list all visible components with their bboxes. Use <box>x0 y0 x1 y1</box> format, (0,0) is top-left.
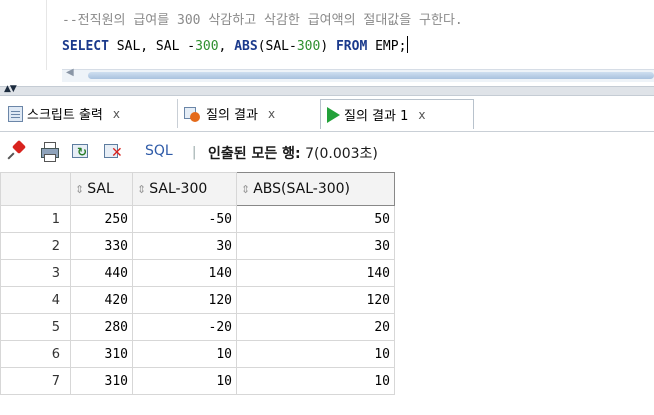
cell-sal-minus-300[interactable]: 120 <box>132 286 237 314</box>
tab-script-output[interactable]: 스크립트 출력 x <box>2 99 172 128</box>
panel-splitter[interactable] <box>0 86 654 96</box>
tab-label: 스크립트 출력 <box>27 108 103 123</box>
sql-worksheet-editor[interactable]: --전직원의 급여를 300 삭감하고 삭감한 급여액의 절대값을 구한다. S… <box>0 0 654 86</box>
cell-sal[interactable]: 310 <box>70 367 133 395</box>
table-row[interactable]: 6 310 10 10 <box>0 340 395 368</box>
table-row[interactable]: 2 330 30 30 <box>0 232 395 260</box>
sql-link[interactable]: SQL <box>145 143 173 159</box>
column-header-sal[interactable]: ⇕ SAL <box>70 172 133 206</box>
cell-sal[interactable]: 280 <box>70 313 133 341</box>
column-header-abs[interactable]: ⇕ ABS(SAL-300) <box>236 172 395 206</box>
tab-query-result[interactable]: 질의 결과 x <box>177 99 317 128</box>
text-caret <box>407 36 409 53</box>
cell-sal-minus-300[interactable]: 30 <box>132 232 237 260</box>
sort-icon[interactable]: ⇕ <box>75 183 84 196</box>
sql-text: ) <box>320 39 336 54</box>
sql-number: 300 <box>195 39 219 54</box>
header-row: ⇕ SAL ⇕ SAL-300 ⇕ ABS(SAL-300) <box>0 172 395 206</box>
output-tabs: 스크립트 출력 x 질의 결과 x 질의 결과 1 x <box>0 96 654 132</box>
tab-query-result-1[interactable]: 질의 결과 1 x <box>320 99 474 129</box>
sql-statement-line[interactable]: SELECT SAL, SAL -300, ABS(SAL-300) FROM … <box>62 36 409 54</box>
tab-label: 질의 결과 1 <box>344 109 409 124</box>
row-number: 7 <box>0 367 71 395</box>
cell-sal[interactable]: 420 <box>70 286 133 314</box>
column-header-label: ABS(SAL-300) <box>253 181 351 197</box>
close-tab-icon[interactable]: x <box>418 108 425 122</box>
cell-sal-minus-300[interactable]: 10 <box>132 340 237 368</box>
table-row[interactable]: 3 440 140 140 <box>0 259 395 287</box>
sort-icon[interactable]: ⇕ <box>137 183 146 196</box>
script-output-icon <box>8 105 23 122</box>
cell-abs[interactable]: 10 <box>236 340 395 368</box>
print-icon[interactable] <box>40 142 59 162</box>
cell-sal[interactable]: 250 <box>70 205 133 233</box>
cell-sal[interactable]: 330 <box>70 232 133 260</box>
column-header-label: SAL-300 <box>149 181 208 197</box>
keyword-select: SELECT <box>62 39 109 54</box>
query-result-icon <box>184 106 202 122</box>
keyword-from: FROM <box>335 39 368 54</box>
sql-number: 300 <box>296 39 321 54</box>
close-tab-icon[interactable]: x <box>113 107 120 121</box>
cell-abs[interactable]: 120 <box>236 286 395 314</box>
cell-sal[interactable]: 310 <box>70 340 133 368</box>
scroll-left-arrow-icon[interactable]: ◀ <box>66 67 74 78</box>
splitter-collapse-arrows-icon[interactable]: ▲▼ <box>4 84 17 94</box>
toolbar-separator: | <box>192 145 197 160</box>
cell-abs[interactable]: 10 <box>236 367 395 395</box>
row-number: 4 <box>0 286 71 314</box>
cell-abs[interactable]: 20 <box>236 313 395 341</box>
sql-text: (SAL- <box>257 39 297 54</box>
cell-sal-minus-300[interactable]: -50 <box>132 205 237 233</box>
sql-comment-line[interactable]: --전직원의 급여를 300 삭감하고 삭감한 급여액의 절대값을 구한다. <box>62 9 463 28</box>
results-table: ⇕ SAL ⇕ SAL-300 ⇕ ABS(SAL-300) 1 250 -50 50 23… <box>0 172 395 395</box>
cell-abs[interactable]: 140 <box>236 259 395 287</box>
close-tab-icon[interactable]: x <box>268 107 275 121</box>
tab-label: 질의 결과 <box>206 108 258 123</box>
row-number-header <box>0 172 71 206</box>
table-row[interactable]: 7 310 10 10 <box>0 367 395 395</box>
row-number: 1 <box>0 205 71 233</box>
fetch-status: 인출된 모든 행: 7(0.003초) <box>208 143 378 163</box>
cell-sal-minus-300[interactable]: -20 <box>132 313 237 341</box>
table-row[interactable]: 1 250 -50 50 <box>0 205 395 233</box>
scrollbar-thumb[interactable] <box>88 72 654 79</box>
table-row[interactable]: 5 280 -20 20 <box>0 313 395 341</box>
results-grid[interactable]: ⇕ SAL ⇕ SAL-300 ⇕ ABS(SAL-300) 1 250 -50 50 23… <box>0 172 654 415</box>
fetch-status-value: 7(0.003초) <box>300 146 378 162</box>
editor-gutter <box>0 0 47 70</box>
cell-abs[interactable]: 30 <box>236 232 395 260</box>
refresh-icon[interactable]: ↻ <box>72 142 90 160</box>
cell-abs[interactable]: 50 <box>236 205 395 233</box>
row-number: 5 <box>0 313 71 341</box>
row-number: 2 <box>0 232 71 260</box>
sql-text: , <box>218 39 235 54</box>
sql-text: EMP; <box>367 39 407 54</box>
row-number: 6 <box>0 340 71 368</box>
row-number: 3 <box>0 259 71 287</box>
sql-text: SAL, SAL - <box>108 39 196 54</box>
column-header-label: SAL <box>87 181 114 197</box>
cell-sal-minus-300[interactable]: 10 <box>132 367 237 395</box>
table-row[interactable]: 4 420 120 120 <box>0 286 395 314</box>
column-header-sal-minus-300[interactable]: ⇕ SAL-300 <box>132 172 237 206</box>
cell-sal-minus-300[interactable]: 140 <box>132 259 237 287</box>
cancel-query-icon[interactable]: ✕ <box>104 142 123 160</box>
cell-sal[interactable]: 440 <box>70 259 133 287</box>
run-statement-icon <box>327 106 340 123</box>
pin-icon[interactable] <box>7 139 27 160</box>
keyword-abs: ABS <box>234 39 258 54</box>
sort-icon[interactable]: ⇕ <box>241 183 250 196</box>
fetch-status-label: 인출된 모든 행: <box>208 146 301 162</box>
